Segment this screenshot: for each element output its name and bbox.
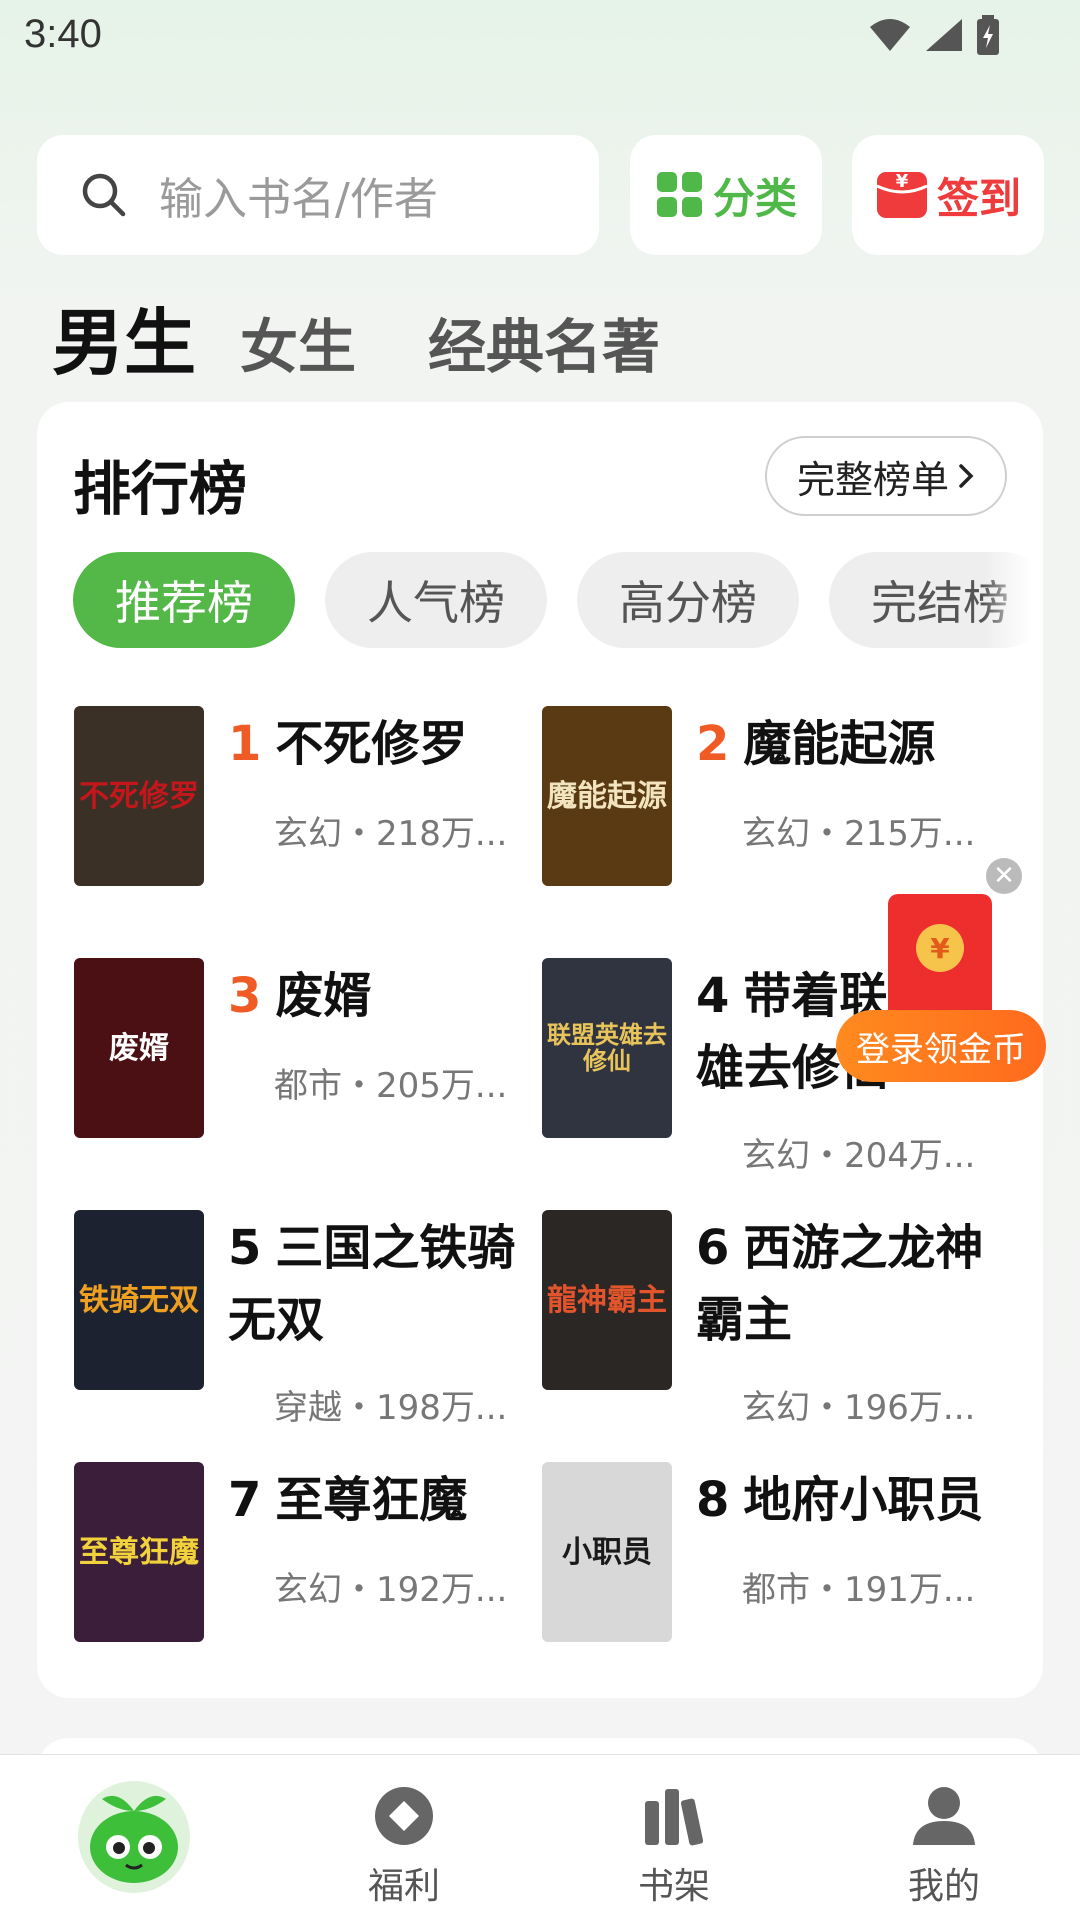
book-rank: 8	[696, 1472, 730, 1528]
nav-welfare-label: 福利	[367, 1866, 440, 1907]
book-rank: 6	[696, 1220, 730, 1276]
tab-recommended[interactable]: 推荐榜	[73, 552, 295, 648]
book-cover: 龍神霸主	[542, 1210, 672, 1390]
bottom-nav: 福利 书架 我的	[0, 1754, 1080, 1920]
book-meta: 穿越・198万...	[274, 1388, 508, 1428]
book-cover: 至尊狂魔	[74, 1462, 204, 1642]
status-icons	[868, 14, 1000, 56]
tabs-fade	[983, 552, 1033, 648]
red-envelope-icon: ¥	[876, 171, 928, 218]
nav-profile[interactable]: 我的	[844, 1755, 1044, 1920]
tab-popular[interactable]: 人气榜	[325, 552, 547, 648]
promo-label: 登录领金币	[836, 1010, 1046, 1082]
book-item[interactable]: 小职员 8 地府小职员 都市・191万...	[542, 1462, 1002, 1662]
diamond-icon	[369, 1781, 439, 1851]
ranking-title: 排行榜	[73, 455, 248, 523]
search-input[interactable]: 输入书名/作者	[37, 135, 599, 255]
book-cover: 铁骑无双	[74, 1210, 204, 1390]
search-icon	[82, 173, 126, 217]
book-title: 魔能起源	[743, 716, 936, 772]
close-icon[interactable]: ✕	[986, 858, 1022, 894]
book-cover: 废婿	[74, 958, 204, 1138]
chevron-right-icon	[959, 464, 974, 488]
book-rank: 5	[228, 1220, 262, 1276]
book-meta: 都市・205万...	[274, 1066, 508, 1106]
book-rank: 2	[696, 716, 730, 772]
status-time: 3:40	[24, 12, 102, 56]
red-envelope-icon: ¥	[888, 894, 992, 1022]
book-rank: 3	[228, 968, 262, 1024]
nav-welfare[interactable]: 福利	[304, 1755, 504, 1920]
nav-bookshelf-label: 书架	[637, 1866, 710, 1907]
nav-bookshelf[interactable]: 书架	[574, 1755, 774, 1920]
book-item[interactable]: 废婿 3 废婿 都市・205万...	[74, 958, 534, 1158]
book-meta: 玄幻・204万...	[742, 1136, 976, 1176]
battery-icon	[977, 15, 999, 55]
tab-classics[interactable]: 经典名著	[428, 300, 660, 384]
nav-home[interactable]	[34, 1755, 234, 1920]
book-rank: 1	[228, 716, 262, 772]
book-rank: 4	[696, 968, 730, 1024]
book-meta: 都市・191万...	[742, 1570, 976, 1610]
svg-text:¥: ¥	[896, 171, 909, 192]
full-list-button[interactable]: 完整榜单	[765, 436, 1007, 516]
book-meta: 玄幻・215万...	[742, 814, 976, 854]
profile-icon	[909, 1781, 979, 1851]
coin-icon: ¥	[916, 924, 964, 972]
book-item[interactable]: 至尊狂魔 7 至尊狂魔 玄幻・192万...	[74, 1462, 534, 1662]
full-list-label: 完整榜单	[796, 457, 949, 502]
search-placeholder: 输入书名/作者	[159, 174, 438, 225]
cellular-signal-icon	[926, 19, 962, 51]
sign-in-button[interactable]: ¥ 签到	[852, 135, 1044, 255]
book-rank: 7	[228, 1472, 262, 1528]
book-meta: 玄幻・196万...	[742, 1388, 976, 1428]
book-item[interactable]: 铁骑无双 5 三国之铁骑无双 穿越・198万...	[74, 1210, 534, 1480]
tab-female[interactable]: 女生	[240, 300, 356, 384]
category-button[interactable]: 分类	[630, 135, 822, 255]
book-meta: 玄幻・192万...	[274, 1570, 508, 1610]
sign-in-label: 签到	[936, 173, 1021, 223]
category-label: 分类	[712, 173, 797, 223]
login-coin-promo[interactable]: ✕ ¥ 登录领金币	[836, 858, 1046, 1088]
bookshelf-icon	[639, 1781, 709, 1851]
book-title: 西游之龙神霸主	[696, 1220, 984, 1348]
wifi-icon	[870, 19, 910, 51]
status-bar: 3:40	[0, 0, 1080, 74]
ranking-tabs: 推荐榜 人气榜 高分榜 完结榜	[73, 552, 1033, 648]
tab-high-score[interactable]: 高分榜	[577, 552, 799, 648]
book-item[interactable]: 龍神霸主 6 西游之龙神霸主 玄幻・196万...	[542, 1210, 1002, 1480]
book-cover: 魔能起源	[542, 706, 672, 886]
book-cover: 小职员	[542, 1462, 672, 1642]
book-cover: 联盟英雄去修仙	[542, 958, 672, 1138]
book-title: 至尊狂魔	[275, 1472, 468, 1528]
book-title: 不死修罗	[275, 716, 468, 772]
book-title: 地府小职员	[743, 1472, 984, 1528]
tab-male[interactable]: 男生	[52, 284, 196, 389]
book-title: 三国之铁骑无双	[228, 1220, 516, 1348]
book-title: 废婿	[275, 968, 372, 1024]
nav-profile-label: 我的	[907, 1866, 980, 1907]
book-item[interactable]: 不死修罗 1 不死修罗 玄幻・218万...	[74, 706, 534, 906]
book-meta: 玄幻・218万...	[274, 814, 508, 854]
grid-icon	[656, 172, 702, 217]
app-logo-icon	[78, 1781, 190, 1893]
book-cover: 不死修罗	[74, 706, 204, 886]
